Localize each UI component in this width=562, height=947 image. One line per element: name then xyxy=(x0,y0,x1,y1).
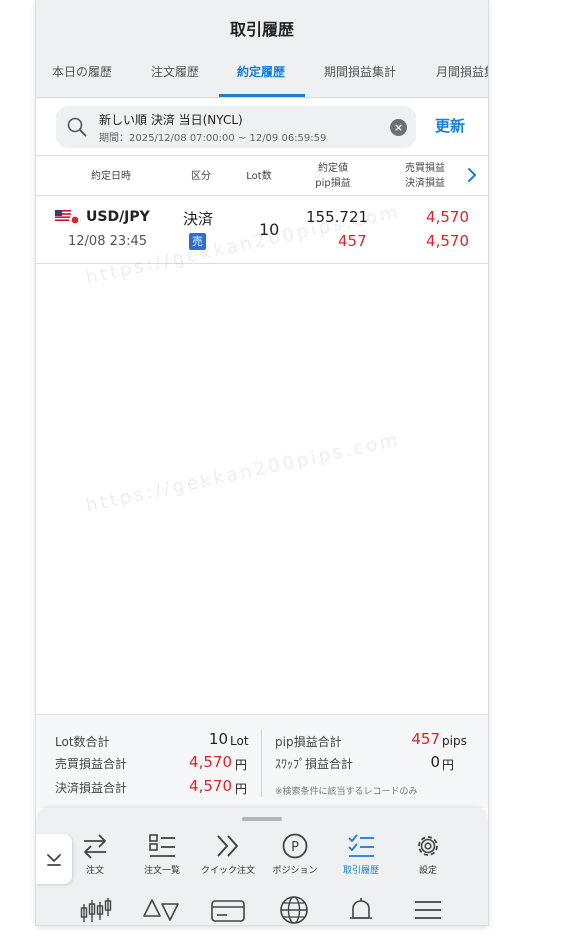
rate-tool-button[interactable] xyxy=(140,894,180,924)
pip-profit: 457 xyxy=(338,232,367,250)
execution-datetime: 12/08 23:45 xyxy=(68,234,148,249)
top-bar: 取引履歴 本日の履歴 注文履歴 約定履歴 期間損益集計 月間損益集 xyxy=(36,0,488,98)
trade-pl-total-unit: 円 xyxy=(235,758,248,772)
pip-total-label: pip損益合計 xyxy=(275,735,342,749)
candlestick-icon xyxy=(80,898,112,922)
sheet-drag-handle[interactable] xyxy=(242,817,282,821)
app-screen: 取引履歴 本日の履歴 注文履歴 約定履歴 期間損益集計 月間損益集 新しい順 決… xyxy=(36,0,488,925)
currency-pair: USD/JPY xyxy=(86,209,150,225)
summary-divider xyxy=(261,729,262,797)
trade-pl-total-value: 4,570 xyxy=(189,753,232,771)
deposit-tool-button[interactable] xyxy=(208,894,248,924)
column-header-date: 約定日時 xyxy=(91,171,131,182)
checklist-icon xyxy=(348,834,374,857)
search-condition-field[interactable]: 新しい順 決済 当日(NYCL) 期間：2025/12/08 07:00:00 … xyxy=(56,106,416,148)
active-tab-indicator xyxy=(219,94,305,97)
tab-monthly-pl[interactable]: 月間損益集 xyxy=(436,63,488,80)
settle-profit: 4,570 xyxy=(426,232,469,250)
lot-total-value: 10 xyxy=(208,730,228,748)
nav-trade-history[interactable]: 取引履歴 xyxy=(329,832,393,882)
swap-total-unit: 円 xyxy=(442,758,455,772)
chevron-right-icon[interactable] xyxy=(466,166,478,184)
clear-icon[interactable]: × xyxy=(390,119,407,136)
trade-type: 決済 xyxy=(183,210,214,228)
search-condition-text: 新しい順 決済 当日(NYCL) xyxy=(99,113,243,127)
chart-tool-button[interactable] xyxy=(76,894,116,924)
nav-quick-order-label: クイック注文 xyxy=(200,866,255,876)
nav-settings-label: 設定 xyxy=(418,866,437,876)
column-header-price: 約定値 xyxy=(318,163,348,174)
watermark-text: https://gekkan200pips.com xyxy=(84,429,403,517)
settle-pl-total-label: 決済損益合計 xyxy=(55,781,128,795)
nav-order-label: 注文 xyxy=(85,866,104,876)
bell-icon xyxy=(350,898,372,919)
tab-execution-history[interactable]: 約定履歴 xyxy=(237,63,285,80)
table-header: 約定日時 区分 Lot数 約定値 pip損益 売買損益 決済損益 xyxy=(36,156,488,196)
card-icon xyxy=(211,900,245,922)
svg-text:P: P xyxy=(291,840,299,855)
page-title: 取引履歴 xyxy=(229,20,294,39)
settle-pl-total-value: 4,570 xyxy=(189,777,232,795)
triangles-icon xyxy=(143,899,179,921)
settle-pl-total-unit: 円 xyxy=(235,782,248,796)
bottom-nav-sheet: 注文 注文一覧 クイック注文 P ポジション 取引履歴 設定 xyxy=(36,808,488,925)
nav-order[interactable]: 注文 xyxy=(63,832,127,882)
gear-icon xyxy=(418,836,438,856)
column-header-lot: Lot数 xyxy=(246,171,272,182)
globe-icon xyxy=(280,896,308,924)
swap-total-value: 0 xyxy=(430,753,440,771)
nav-trade-history-label: 取引履歴 xyxy=(342,866,379,876)
column-header-type: 区分 xyxy=(191,171,211,182)
usd-jpy-flag-icon xyxy=(55,210,81,226)
lot-total-label: Lot数合計 xyxy=(55,735,110,749)
nav-quick-order[interactable]: クイック注文 xyxy=(196,832,260,882)
p-circle-icon: P xyxy=(282,833,308,859)
list-icon xyxy=(149,834,175,857)
column-header-trade-pl: 売買損益 xyxy=(405,163,445,174)
tab-bar: 本日の履歴 注文履歴 約定履歴 期間損益集計 月間損益集 xyxy=(36,60,488,98)
summary-panel: Lot数合計 10 Lot 売買損益合計 4,570 円 決済損益合計 4,57… xyxy=(36,714,488,808)
nav-position[interactable]: P ポジション xyxy=(263,832,327,882)
swap-total-label: ｽﾜｯﾌﾟ損益合計 xyxy=(275,757,354,771)
trade-profit: 4,570 xyxy=(426,208,469,226)
column-header-pips: pip損益 xyxy=(315,178,351,189)
market-tool-button[interactable] xyxy=(274,894,314,924)
nav-order-list[interactable]: 注文一覧 xyxy=(130,832,194,882)
refresh-button[interactable]: 更新 xyxy=(435,115,465,136)
tab-period-pl-summary[interactable]: 期間損益集計 xyxy=(324,63,396,80)
pip-total-value: 457 xyxy=(411,730,440,748)
nav-position-label: ポジション xyxy=(272,866,318,876)
pip-total-unit: pips xyxy=(442,734,467,748)
nav-settings[interactable]: 設定 xyxy=(396,832,460,882)
tab-order-history[interactable]: 注文履歴 xyxy=(151,63,199,80)
trade-pl-total-label: 売買損益合計 xyxy=(55,757,128,771)
menu-icon xyxy=(415,901,441,919)
swap-arrows-icon xyxy=(84,834,106,859)
alert-tool-button[interactable] xyxy=(341,894,381,924)
double-chevron-icon xyxy=(217,835,238,857)
search-period-text: 期間：2025/12/08 07:00:00 ~ 12/09 06:59:59 xyxy=(99,133,327,144)
menu-button[interactable] xyxy=(408,894,448,924)
tab-today-history[interactable]: 本日の履歴 xyxy=(52,63,112,80)
search-icon xyxy=(67,117,87,137)
lot-total-unit: Lot xyxy=(230,734,249,748)
search-row: 新しい順 決済 当日(NYCL) 期間：2025/12/08 07:00:00 … xyxy=(36,98,488,156)
column-header-settle-pl: 決済損益 xyxy=(405,178,445,189)
summary-note: ※検索条件に該当するレコードのみ xyxy=(275,787,418,797)
nav-order-list-label: 注文一覧 xyxy=(143,866,180,876)
